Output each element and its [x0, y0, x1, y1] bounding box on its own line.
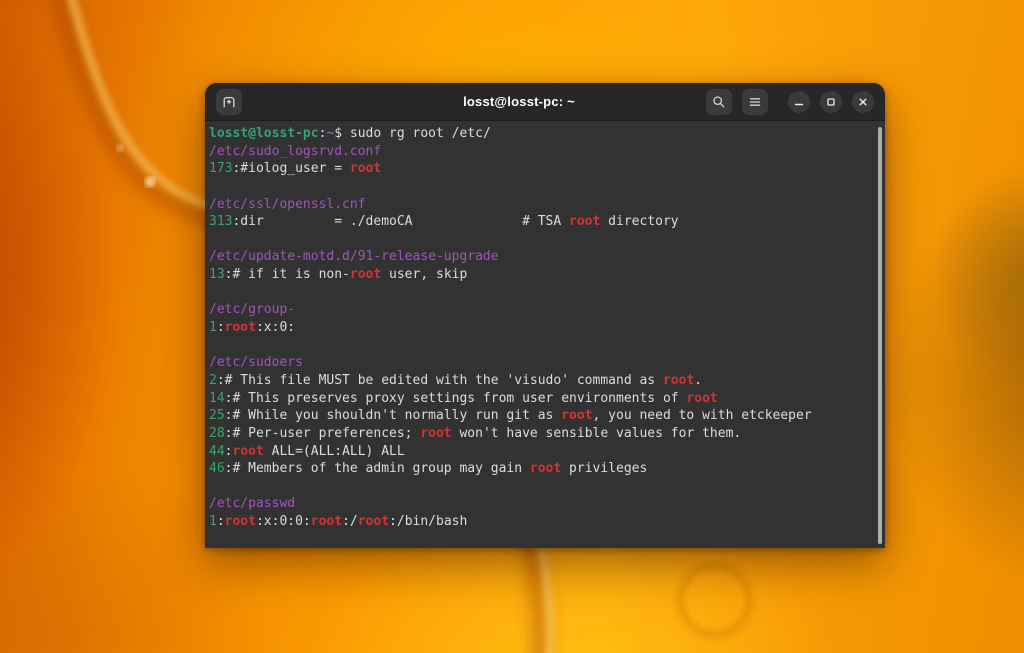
terminal-line: 173:#iolog_user = root — [209, 160, 875, 178]
terminal-line: /etc/update-motd.d/91-release-upgrade — [209, 248, 875, 266]
close-icon — [856, 95, 870, 109]
terminal-line: 2:# This file MUST be edited with the 'v… — [209, 372, 875, 390]
terminal-line: 1:root:x:0: — [209, 319, 875, 337]
terminal-line: 13:# if it is non-root user, skip — [209, 266, 875, 284]
terminal-line — [209, 231, 875, 249]
terminal-line: losst@losst-pc:~$ sudo rg root /etc/ — [209, 125, 875, 143]
scrollbar-thumb[interactable] — [878, 127, 882, 544]
terminal-line: /etc/passwd — [209, 495, 875, 513]
terminal-line: /etc/sudoers — [209, 354, 875, 372]
terminal-line: 25:# While you shouldn't normally run gi… — [209, 407, 875, 425]
terminal-line: 313:dir = ./demoCA # TSA root directory — [209, 213, 875, 231]
terminal-line: /etc/ssl/openssl.cnf — [209, 196, 875, 214]
close-button[interactable] — [852, 91, 874, 113]
maximize-icon — [824, 95, 838, 109]
terminal-line: 14:# This preserves proxy settings from … — [209, 390, 875, 408]
terminal-line: /etc/group- — [209, 301, 875, 319]
window-title: losst@losst-pc: ~ — [336, 94, 702, 109]
minimize-icon — [792, 95, 806, 109]
titlebar[interactable]: losst@losst-pc: ~ — [205, 83, 885, 121]
minimize-button[interactable] — [788, 91, 810, 113]
terminal-line — [209, 337, 875, 355]
terminal-lines: losst@losst-pc:~$ sudo rg root /etc//etc… — [209, 125, 875, 531]
new-tab-button[interactable] — [216, 89, 242, 115]
search-icon — [711, 94, 727, 110]
menu-button[interactable] — [742, 89, 768, 115]
terminal-line — [209, 178, 875, 196]
terminal-output[interactable]: losst@losst-pc:~$ sudo rg root /etc//etc… — [205, 121, 885, 548]
terminal-window: losst@losst-pc: ~ — [205, 83, 885, 548]
new-tab-icon — [221, 94, 237, 110]
terminal-line: 46:# Members of the admin group may gain… — [209, 460, 875, 478]
terminal-line: 28:# Per-user preferences; root won't ha… — [209, 425, 875, 443]
hamburger-menu-icon — [747, 94, 763, 110]
terminal-line: /etc/sudo_logsrvd.conf — [209, 143, 875, 161]
terminal-line: 1:root:x:0:0:root:/root:/bin/bash — [209, 513, 875, 531]
terminal-line — [209, 478, 875, 496]
terminal-line — [209, 284, 875, 302]
maximize-button[interactable] — [820, 91, 842, 113]
terminal-line: 44:root ALL=(ALL:ALL) ALL — [209, 443, 875, 461]
search-button[interactable] — [706, 89, 732, 115]
